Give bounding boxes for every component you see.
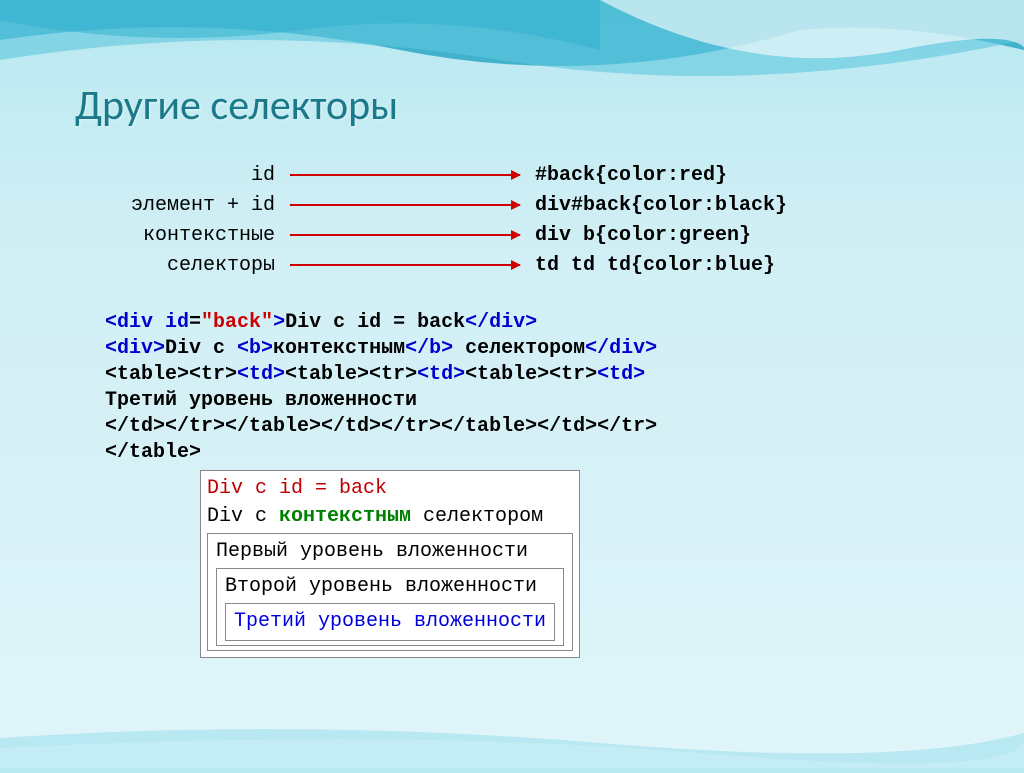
label-id: id	[40, 164, 290, 187]
nest-level-2: Второй уровень вложенности Третий уровен…	[219, 571, 561, 643]
code-id: #back{color:red}	[520, 164, 727, 187]
slide-title: Другие селекторы	[75, 80, 398, 131]
preview-nested-table: Первый уровень вложенности Второй уровен…	[207, 533, 573, 651]
code-line-1: <div id="back">Div с id = back</div>	[105, 310, 657, 336]
code-line-5: </td></tr></table></td></tr></table></td…	[105, 414, 657, 440]
code-context: div b{color:green}	[520, 224, 751, 247]
label-context: контекстные	[40, 224, 290, 247]
selector-mapping: id #back{color:red} элемент + id div#bac…	[40, 160, 984, 280]
selector-row-descendant: селекторы td td td{color:blue}	[40, 250, 984, 280]
selector-row-id: id #back{color:red}	[40, 160, 984, 190]
arrow-icon	[290, 174, 520, 176]
code-descendant: td td td{color:blue}	[520, 254, 775, 277]
selector-row-context: контекстные div b{color:green}	[40, 220, 984, 250]
slide-decoration-bottom	[0, 708, 1024, 768]
nest-level-1: Первый уровень вложенности Второй уровен…	[210, 536, 570, 648]
arrow-icon	[290, 234, 520, 236]
nest-level-3: Третий уровень вложенности	[228, 606, 552, 638]
code-element-id: div#back{color:black}	[520, 194, 787, 217]
code-line-6: </table>	[105, 440, 657, 466]
html-source-code: <div id="back">Div с id = back</div> <di…	[105, 310, 657, 466]
selector-row-element-id: элемент + id div#back{color:black}	[40, 190, 984, 220]
rendered-preview: Div с id = back Div с контекстным селект…	[200, 470, 580, 658]
code-line-2: <div>Div с <b>контекстным</b> селектором…	[105, 336, 657, 362]
preview-line-red: Div с id = back	[207, 475, 573, 503]
code-line-3: <table><tr><td><table><tr><td><table><tr…	[105, 362, 657, 388]
preview-line-context: Div с контекстным селектором	[207, 503, 573, 531]
label-descendant: селекторы	[40, 254, 290, 277]
arrow-icon	[290, 204, 520, 206]
arrow-icon	[290, 264, 520, 266]
code-line-4: Третий уровень вложенности	[105, 388, 657, 414]
label-element-id: элемент + id	[40, 194, 290, 217]
